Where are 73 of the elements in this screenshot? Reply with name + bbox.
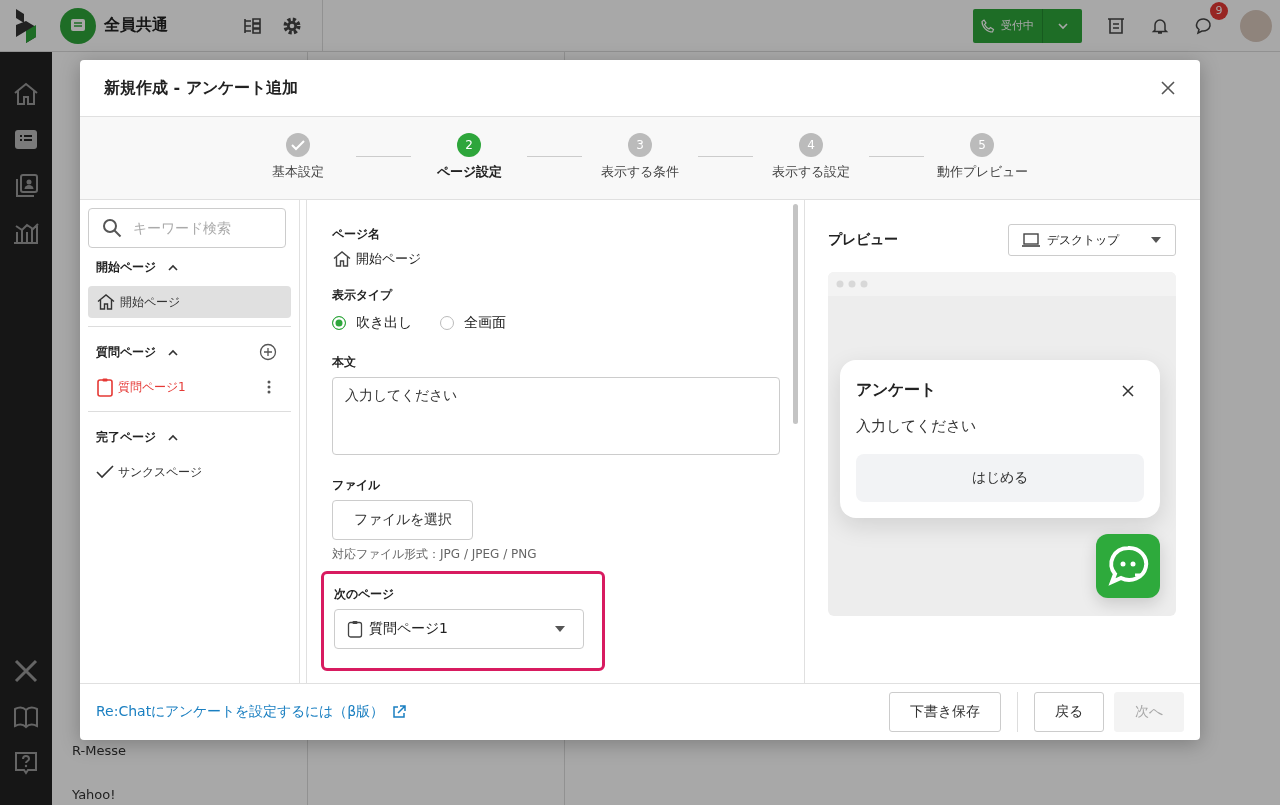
- phone-icon: [981, 18, 995, 33]
- step-label[interactable]: 動作プレビュー: [936, 163, 1028, 181]
- notification-badge: 9: [1210, 1, 1228, 20]
- body-text-field[interactable]: 入力してください: [332, 377, 780, 455]
- step-label[interactable]: 基本設定: [272, 163, 324, 181]
- close-icon[interactable]: [1122, 384, 1134, 397]
- field-label: 次のページ: [334, 586, 395, 603]
- caret-icon: [555, 626, 565, 632]
- start-button[interactable]: はじめる: [856, 454, 1144, 502]
- popup-title: アンケート: [856, 380, 936, 401]
- preview-title: プレビュー: [828, 231, 898, 249]
- logo-icon: [14, 8, 38, 43]
- status-dropdown-button[interactable]: [1042, 8, 1082, 43]
- more-icon[interactable]: [267, 380, 272, 394]
- chevron-icon[interactable]: [168, 348, 178, 356]
- background-list-item[interactable]: Yahoo!: [72, 786, 116, 802]
- choose-file-button[interactable]: ファイルを選択: [332, 500, 473, 540]
- step-number: 3: [628, 133, 652, 157]
- radio-option[interactable]: 全画面: [440, 314, 506, 332]
- check-icon: [96, 465, 114, 479]
- step-number: 2: [457, 133, 481, 157]
- page-list-item[interactable]: 開始ページ: [88, 286, 292, 318]
- step-number: 4: [799, 133, 823, 157]
- chevron-icon: [1056, 22, 1069, 30]
- external-link-icon: [392, 705, 407, 719]
- laptop-icon: [1021, 232, 1041, 248]
- add-icon[interactable]: [259, 343, 278, 361]
- field-label: 表示タイプ: [332, 287, 392, 304]
- step-label[interactable]: ページ設定: [436, 163, 502, 181]
- help-link[interactable]: Re:Chatにアンケートを設定するには（β版）: [96, 703, 407, 721]
- section-title: 開始ページ: [96, 258, 156, 276]
- next-page-select[interactable]: 質問ページ1: [334, 609, 584, 649]
- page-list-item[interactable]: 質問ページ1: [88, 371, 292, 403]
- home-icon[interactable]: [12, 80, 40, 108]
- step-number: 5: [970, 133, 994, 157]
- settings-icon[interactable]: [282, 15, 302, 36]
- dialog-title: 新規作成 - アンケート追加: [104, 77, 298, 99]
- file-format-hint: 対応ファイル形式：JPG / JPEG / PNG: [332, 546, 537, 563]
- footer-button[interactable]: 戻る: [1034, 692, 1104, 732]
- radio-option[interactable]: 吹き出し: [332, 314, 412, 332]
- step-label[interactable]: 表示する条件: [601, 163, 679, 181]
- search-field[interactable]: キーワード検索: [88, 208, 286, 248]
- chevron-icon[interactable]: [168, 433, 178, 441]
- step-label[interactable]: 表示する設定: [772, 163, 850, 181]
- help-icon[interactable]: [12, 749, 40, 777]
- chevron-icon[interactable]: [168, 263, 178, 271]
- chat-launcher-icon[interactable]: [1096, 534, 1160, 598]
- workspace-name: 全員共通: [104, 15, 168, 36]
- page-list-item[interactable]: サンクスページ: [88, 456, 292, 488]
- close-icon[interactable]: [1161, 81, 1175, 95]
- section-title: 質問ページ: [96, 343, 156, 361]
- scrollbar[interactable]: [793, 204, 798, 424]
- workspace-icon[interactable]: [60, 7, 96, 44]
- tree-icon[interactable]: [242, 15, 262, 36]
- clipboard-icon: [96, 377, 114, 397]
- page-name-value: 開始ページ: [356, 250, 421, 268]
- section-title: 完了ページ: [96, 428, 156, 446]
- search-icon: [102, 218, 122, 238]
- window-dots-icon: [836, 280, 870, 288]
- background-list-item[interactable]: R-Messe: [72, 742, 126, 758]
- clipboard-icon: [347, 620, 363, 638]
- device-select[interactable]: デスクトップ: [1008, 224, 1176, 256]
- home-icon: [332, 249, 352, 269]
- field-label: ファイル: [332, 477, 380, 494]
- resize-handle[interactable]: [299, 200, 307, 683]
- popup-text: 入力してください: [856, 417, 977, 436]
- home-icon: [96, 292, 116, 312]
- field-label: 本文: [332, 354, 356, 371]
- board-icon[interactable]: [1106, 15, 1126, 36]
- field-label: ページ名: [332, 226, 380, 243]
- footer-button[interactable]: 下書き保存: [889, 692, 1001, 732]
- caret-icon: [1151, 237, 1161, 243]
- chat-icon[interactable]: [1194, 15, 1214, 36]
